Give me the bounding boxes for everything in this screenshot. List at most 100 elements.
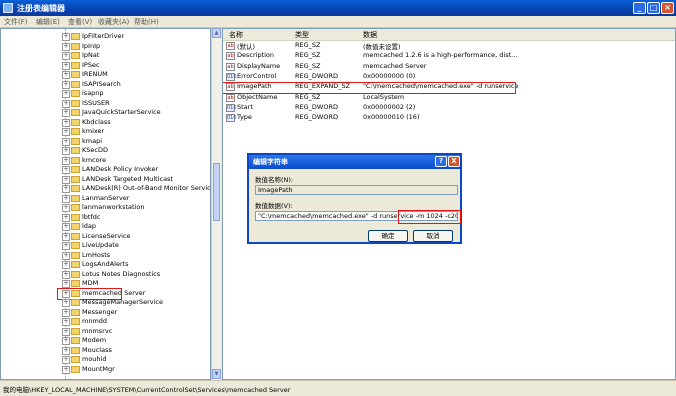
expand-plus-icon[interactable]: +: [62, 185, 70, 193]
list-row[interactable]: ab ObjectName REG_SZ LocalSystem: [223, 93, 675, 103]
tree-item[interactable]: + mnmdd: [1, 317, 206, 327]
tree-item[interactable]: + MountMgr: [1, 365, 206, 375]
dialog-help-button[interactable]: ?: [435, 156, 447, 167]
column-type-header[interactable]: 类型: [295, 30, 309, 40]
tree-item[interactable]: + kmcore: [1, 156, 206, 166]
maximize-button[interactable]: □: [647, 2, 660, 14]
scroll-thumb[interactable]: [213, 163, 220, 221]
tree-item[interactable]: + IPSec: [1, 61, 206, 71]
ok-button[interactable]: 确定: [368, 230, 408, 242]
expand-plus-icon[interactable]: +: [62, 166, 70, 174]
expand-plus-icon[interactable]: +: [62, 308, 70, 317]
tree-item[interactable]: + IpFilterDriver: [1, 32, 206, 42]
close-button[interactable]: ×: [661, 2, 674, 14]
expand-plus-icon[interactable]: +: [62, 71, 70, 79]
expand-plus-icon[interactable]: +: [62, 147, 70, 155]
tree-item[interactable]: + KSecDD: [1, 146, 206, 156]
expand-plus-icon[interactable]: +: [62, 156, 70, 165]
tree-item[interactable]: + isapnp: [1, 89, 206, 99]
expand-plus-icon[interactable]: +: [62, 318, 70, 326]
tree-item[interactable]: + kmapi: [1, 137, 206, 147]
folder-icon: [71, 261, 80, 268]
column-name-header[interactable]: 名称: [229, 30, 243, 40]
tree-item[interactable]: + Lotus Notes Diagnostics: [1, 270, 206, 280]
expand-plus-icon[interactable]: +: [62, 299, 70, 307]
list-row[interactable]: 010 ErrorControl REG_DWORD 0x00000000 (0): [223, 72, 675, 82]
list-row[interactable]: ab DisplayName REG_SZ memcached Server: [223, 62, 675, 72]
tree-item[interactable]: + LiveUpdate: [1, 241, 206, 251]
expand-plus-icon[interactable]: +: [62, 99, 70, 108]
expand-plus-icon[interactable]: +: [62, 204, 70, 212]
expand-plus-icon[interactable]: +: [62, 356, 70, 364]
tree-item[interactable]: + ldap: [1, 222, 206, 232]
column-data-header[interactable]: 数据: [363, 30, 377, 40]
tree-item[interactable]: + lbtfdc: [1, 213, 206, 223]
minimize-button[interactable]: _: [633, 2, 646, 14]
scroll-up-arrow-icon[interactable]: ▲: [212, 28, 221, 38]
expand-plus-icon[interactable]: +: [62, 365, 70, 374]
folder-icon: [71, 137, 80, 145]
tree-item[interactable]: + IRENUM: [1, 70, 206, 80]
expand-plus-icon[interactable]: +: [62, 261, 70, 269]
expand-plus-icon[interactable]: +: [62, 90, 70, 98]
scroll-down-arrow-icon[interactable]: ▼: [212, 369, 221, 379]
tree-item[interactable]: + ISAPISearch: [1, 80, 206, 90]
expand-plus-icon[interactable]: +: [62, 251, 70, 260]
cancel-button[interactable]: 取消: [413, 230, 453, 242]
expand-plus-icon[interactable]: +: [62, 337, 70, 345]
expand-plus-icon[interactable]: +: [62, 61, 70, 70]
tree-item[interactable]: + LANDesk(R) Out-of-Band Monitor Service: [1, 184, 210, 194]
registry-tree[interactable]: + IpFilterDriver + IpInIp + IpNat + IPSec + IRENU…: [0, 28, 211, 380]
menu-view[interactable]: 查看(V): [68, 17, 92, 27]
expand-plus-icon[interactable]: +: [62, 80, 70, 89]
menu-help[interactable]: 帮助(H): [134, 17, 159, 27]
expand-plus-icon[interactable]: +: [62, 52, 70, 60]
tree-item[interactable]: + lanmanworkstation: [1, 203, 206, 213]
tree-item[interactable]: + Mouclass: [1, 346, 206, 356]
tree-item[interactable]: + IpInIp: [1, 42, 206, 52]
tree-item[interactable]: + LicenseService: [1, 232, 206, 242]
expand-plus-icon[interactable]: +: [62, 232, 70, 241]
tree-item[interactable]: + JavaQuickStarterService: [1, 108, 206, 118]
expand-plus-icon[interactable]: +: [62, 137, 70, 146]
list-row[interactable]: ab Description REG_SZ memcached 1.2.6 is a …: [223, 51, 675, 61]
tree-item[interactable]: + LANDesk Targeted Multicast: [1, 175, 206, 185]
expand-plus-icon[interactable]: +: [62, 118, 70, 127]
list-row[interactable]: 010 Type REG_DWORD 0x00000010 (16): [223, 113, 675, 123]
tree-item[interactable]: + IpNat: [1, 51, 206, 61]
expand-plus-icon[interactable]: +: [62, 128, 70, 136]
expand-plus-icon[interactable]: +: [62, 346, 70, 355]
tree-item[interactable]: + MessageManagerService: [1, 298, 206, 308]
tree-item[interactable]: + mouhid: [1, 355, 206, 365]
list-row[interactable]: 010 Start REG_DWORD 0x00000002 (2): [223, 103, 675, 113]
tree-item[interactable]: + LANDesk Policy Invoker: [1, 165, 206, 175]
tree-item[interactable]: + LanmanServer: [1, 194, 206, 204]
expand-plus-icon[interactable]: +: [62, 223, 70, 231]
tree-item[interactable]: + Messenger: [1, 308, 206, 318]
expand-plus-icon[interactable]: +: [62, 175, 70, 184]
expand-plus-icon[interactable]: +: [62, 194, 70, 203]
expand-plus-icon[interactable]: +: [62, 327, 70, 336]
tree-item[interactable]: + LogsAndAlerts: [1, 260, 206, 270]
tree-item[interactable]: + Kbdclass: [1, 118, 206, 128]
expand-plus-icon[interactable]: +: [62, 270, 70, 279]
menu-favorites[interactable]: 收藏夹(A): [98, 17, 129, 27]
tree-item-label: LogsAndAlerts: [82, 260, 129, 268]
tree-item[interactable]: + mnmsrvc: [1, 327, 206, 337]
tree-scrollbar[interactable]: ▲ ▼: [211, 28, 221, 380]
tree-item[interactable]: + kmixer: [1, 127, 206, 137]
dialog-close-button[interactable]: X: [448, 156, 460, 167]
title-bar[interactable]: 注册表编辑器 _ □ ×: [0, 0, 676, 16]
tree-item[interactable]: + Modem: [1, 336, 206, 346]
expand-plus-icon[interactable]: +: [62, 213, 70, 222]
expand-plus-icon[interactable]: +: [62, 33, 70, 41]
expand-plus-icon[interactable]: +: [62, 242, 70, 250]
expand-plus-icon[interactable]: +: [62, 109, 70, 117]
dialog-title-bar[interactable]: 编辑字符串 ? X: [249, 155, 460, 169]
tree-item[interactable]: + ISSUSER: [1, 99, 206, 109]
expand-plus-icon[interactable]: +: [62, 42, 70, 51]
menu-edit[interactable]: 编辑(E): [36, 17, 60, 27]
menu-file[interactable]: 文件(F): [4, 17, 28, 27]
tree-item[interactable]: + LmHosts: [1, 251, 206, 261]
list-row[interactable]: ab (默认) REG_SZ (数值未设置): [223, 41, 675, 51]
